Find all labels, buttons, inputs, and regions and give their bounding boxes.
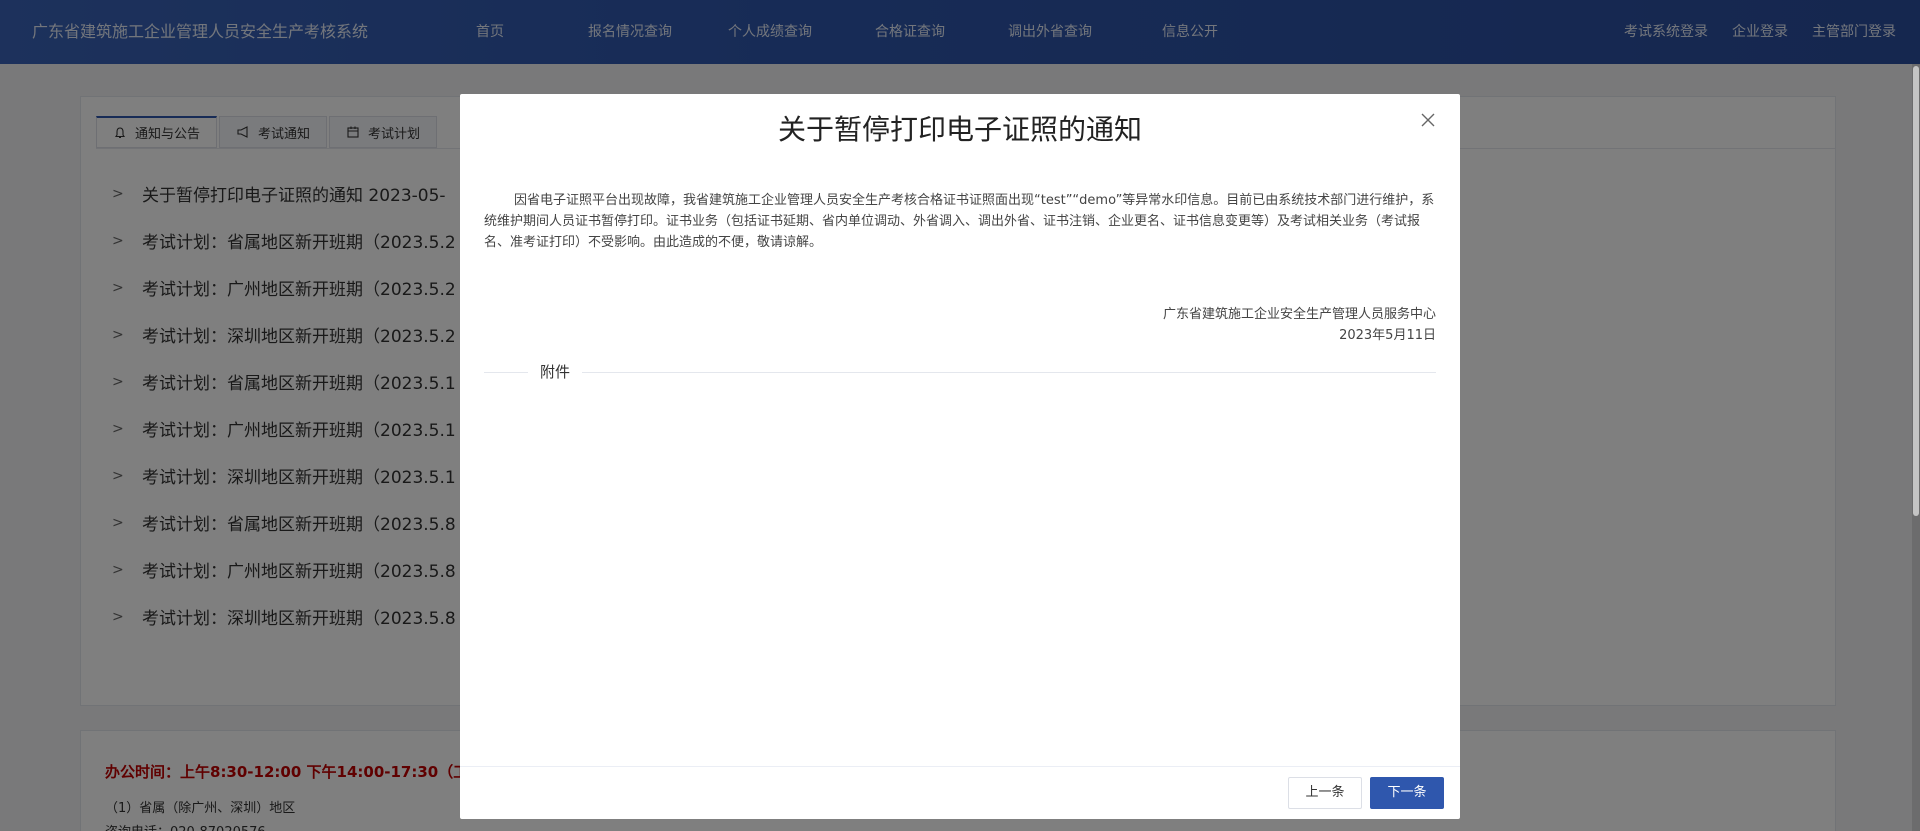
attachment-divider: 附件 — [484, 362, 1436, 382]
footer-divider — [460, 766, 1460, 767]
issuing-org: 广东省建筑施工企业安全生产管理人员服务中心 — [1162, 307, 1436, 322]
attachment-label: 附件 — [528, 362, 583, 382]
dialog-body: 因省电子证照平台出现故障，我省建筑施工企业管理人员安全生产考核合格证书证照面出现… — [484, 193, 1435, 250]
close-icon[interactable] — [1416, 108, 1440, 132]
dialog-title: 关于暂停打印电子证照的通知 — [777, 113, 1142, 146]
scrollbar-thumb[interactable] — [1913, 66, 1919, 516]
dialog-signature: 广东省建筑施工企业安全生产管理人员服务中心 2023年5月11日 — [1163, 304, 1436, 346]
next-button[interactable]: 下一条 — [1370, 777, 1444, 809]
divider-line — [484, 372, 1436, 373]
notice-dialog: 关于暂停打印电子证照的通知 因省电子证照平台出现故障，我省建筑施工企业管理人员安… — [460, 94, 1460, 819]
previous-button[interactable]: 上一条 — [1288, 777, 1362, 809]
issue-date: 2023年5月11日 — [1339, 328, 1436, 343]
